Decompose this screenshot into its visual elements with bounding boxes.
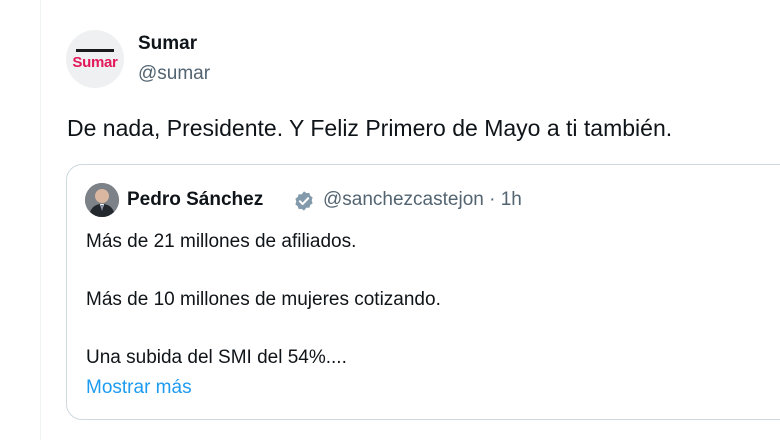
timeline-divider: [40, 0, 41, 440]
quoted-text-line: Más de 10 millones de mujeres cotizando.: [86, 289, 441, 310]
logo-bar: [76, 48, 114, 52]
show-more-link[interactable]: Mostrar más: [86, 377, 192, 399]
portrait-icon: [85, 183, 119, 217]
author-display-name[interactable]: Sumar: [138, 33, 197, 55]
quoted-author-name[interactable]: Pedro Sánchez: [127, 189, 263, 211]
author-handle[interactable]: @sumar: [138, 63, 210, 85]
quoted-text-line: Más de 21 millones de afiliados.: [86, 231, 357, 252]
quoted-author-handle[interactable]: @sanchezcastejon · 1h: [323, 189, 522, 211]
quoted-text-line: Una subida del SMI del 54%....: [86, 347, 347, 368]
tweet-view: Sumar Sumar @sumar De nada, Presidente. …: [0, 0, 780, 440]
verified-badge-icon: [295, 191, 313, 211]
quoted-author-avatar[interactable]: [85, 183, 119, 217]
author-avatar[interactable]: Sumar: [66, 30, 124, 88]
tweet-text: De nada, Presidente. Y Feliz Primero de …: [67, 115, 673, 141]
quoted-tweet-card[interactable]: Pedro Sánchez @sanchezcastejon · 1h Más …: [66, 164, 780, 420]
sumar-logo: Sumar: [72, 53, 118, 71]
